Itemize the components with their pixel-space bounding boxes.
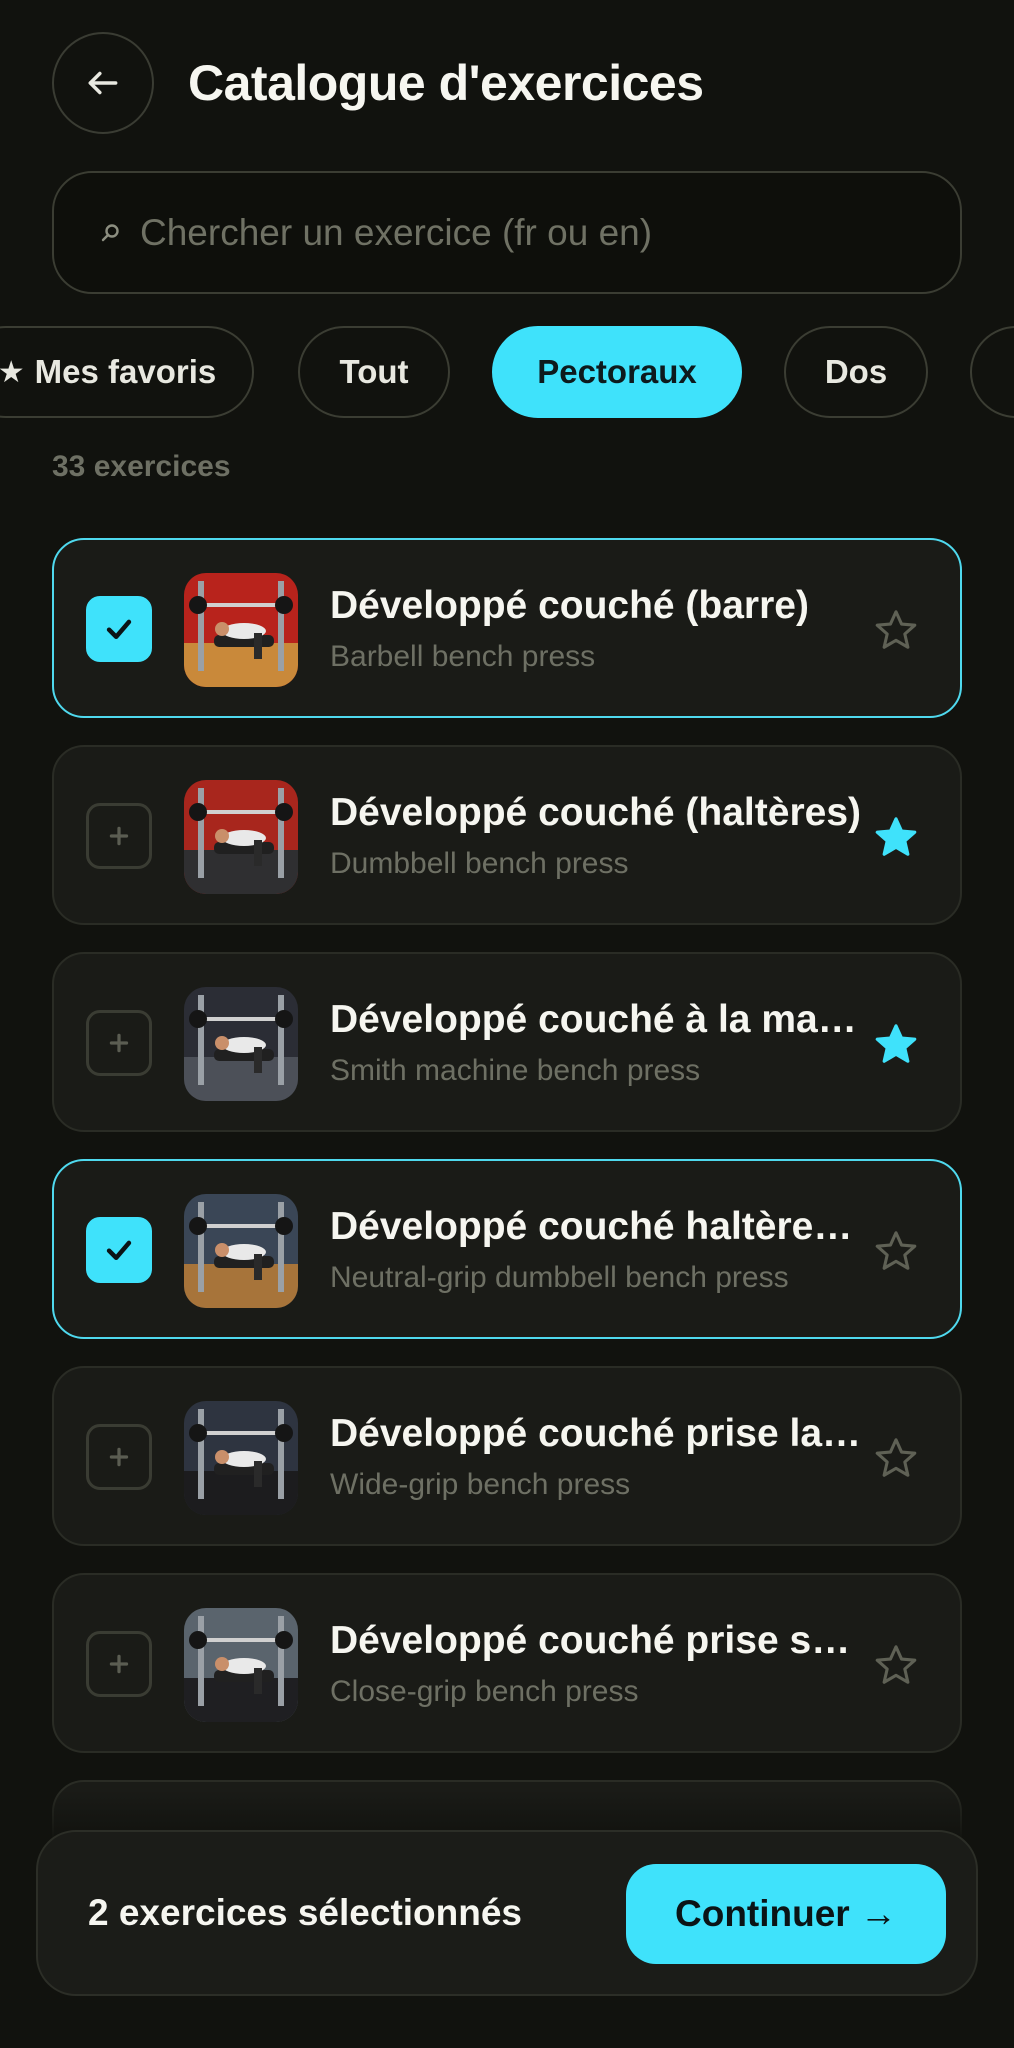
chip-all[interactable]: Tout (298, 326, 450, 418)
continue-button[interactable]: Continuer → (626, 1864, 946, 1964)
favorite-button[interactable] (868, 809, 924, 865)
selected-count: 2 exercices sélectionnés (88, 1892, 523, 1933)
exercise-title: Développé couché haltères prise neutre (330, 1205, 870, 1248)
results-count: 33 exercices (52, 450, 231, 483)
exercise-subtitle: Smith machine bench press (330, 1054, 701, 1087)
back-button[interactable] (52, 32, 154, 134)
add-checkbox[interactable] (86, 1631, 152, 1697)
star-icon (875, 1024, 917, 1063)
exercise-title: Développé couché à la machine Smith (330, 998, 870, 1041)
search-box[interactable] (52, 171, 962, 294)
add-checkbox[interactable] (86, 803, 152, 869)
favorite-button[interactable] (868, 602, 924, 658)
arrow-left-icon (88, 71, 118, 95)
exercise-card[interactable]: Développé couché haltères prise neutre Ne… (52, 1159, 962, 1339)
checkmark-icon (106, 619, 132, 640)
add-checkbox[interactable] (86, 1010, 152, 1076)
selection-bar: 2 exercices sélectionnés Continuer → (36, 1830, 978, 1996)
search-input[interactable] (140, 173, 960, 292)
exercise-subtitle: Neutral-grip dumbbell bench press (330, 1261, 789, 1294)
plus-icon (109, 1654, 129, 1674)
plus-icon (109, 1447, 129, 1467)
add-checkbox[interactable] (86, 1424, 152, 1490)
chip-label: Mes favoris (34, 353, 217, 390)
favorite-button[interactable] (868, 1637, 924, 1693)
exercise-subtitle: Close-grip bench press (330, 1675, 639, 1708)
exercise-thumbnail (184, 1194, 298, 1308)
favorite-button[interactable] (868, 1223, 924, 1279)
exercise-title: Développé couché (barre) (330, 584, 809, 627)
exercise-title: Développé couché prise large (330, 1412, 870, 1455)
page-title: Catalogue d'exercices (188, 55, 704, 111)
exercise-subtitle: Dumbbell bench press (330, 847, 629, 880)
exercise-card[interactable]: Développé couché à la machine Smith Smith… (52, 952, 962, 1132)
star-icon (875, 610, 917, 649)
checkmark-icon (106, 1240, 132, 1261)
favorite-button[interactable] (868, 1430, 924, 1486)
exercise-thumbnail (184, 573, 298, 687)
star-icon (875, 1645, 917, 1684)
chip-label: Tout (339, 353, 409, 390)
chip-next[interactable] (970, 326, 1014, 418)
chip-favorites[interactable]: ★ Mes favoris (0, 326, 254, 418)
favorite-button[interactable] (868, 1016, 924, 1072)
star-icon (875, 1438, 917, 1477)
star-icon (875, 1231, 917, 1270)
filter-chips: ★ Mes favoris Tout Pectoraux Dos (0, 326, 1014, 418)
exercise-card[interactable]: Développé couché prise large Wide-grip be… (52, 1366, 962, 1546)
chip-pectoraux[interactable]: Pectoraux (492, 326, 742, 418)
header: Catalogue d'exercices (52, 32, 704, 134)
plus-icon (109, 1033, 129, 1053)
selected-checkbox[interactable] (86, 1217, 152, 1283)
star-icon (875, 817, 917, 856)
exercise-thumbnail (184, 1401, 298, 1515)
selected-checkbox[interactable] (86, 596, 152, 662)
exercise-title: Développé couché prise serrée (330, 1619, 870, 1662)
exercise-subtitle: Barbell bench press (330, 640, 596, 673)
exercise-subtitle: Wide-grip bench press (330, 1468, 631, 1501)
plus-icon (109, 826, 129, 846)
exercise-thumbnail (184, 987, 298, 1101)
chip-label: Dos (824, 353, 888, 390)
exercise-thumbnail (184, 780, 298, 894)
exercise-thumbnail (184, 1608, 298, 1722)
exercise-catalog-screen: Catalogue d'exercices ★ Mes favoris Tout… (0, 0, 1014, 2048)
chip-label: Pectoraux (537, 353, 697, 390)
exercise-card[interactable]: Développé couché (haltères) Dumbbell benc… (52, 745, 962, 925)
star-icon: ★ (0, 355, 25, 389)
exercise-card[interactable]: Développé couché (barre) Barbell bench pr… (52, 538, 962, 718)
exercise-card[interactable]: Développé couché prise serrée Close-grip … (52, 1573, 962, 1753)
exercise-title: Développé couché (haltères) (330, 791, 861, 834)
chip-dos[interactable]: Dos (784, 326, 928, 418)
search-icon (94, 217, 126, 249)
